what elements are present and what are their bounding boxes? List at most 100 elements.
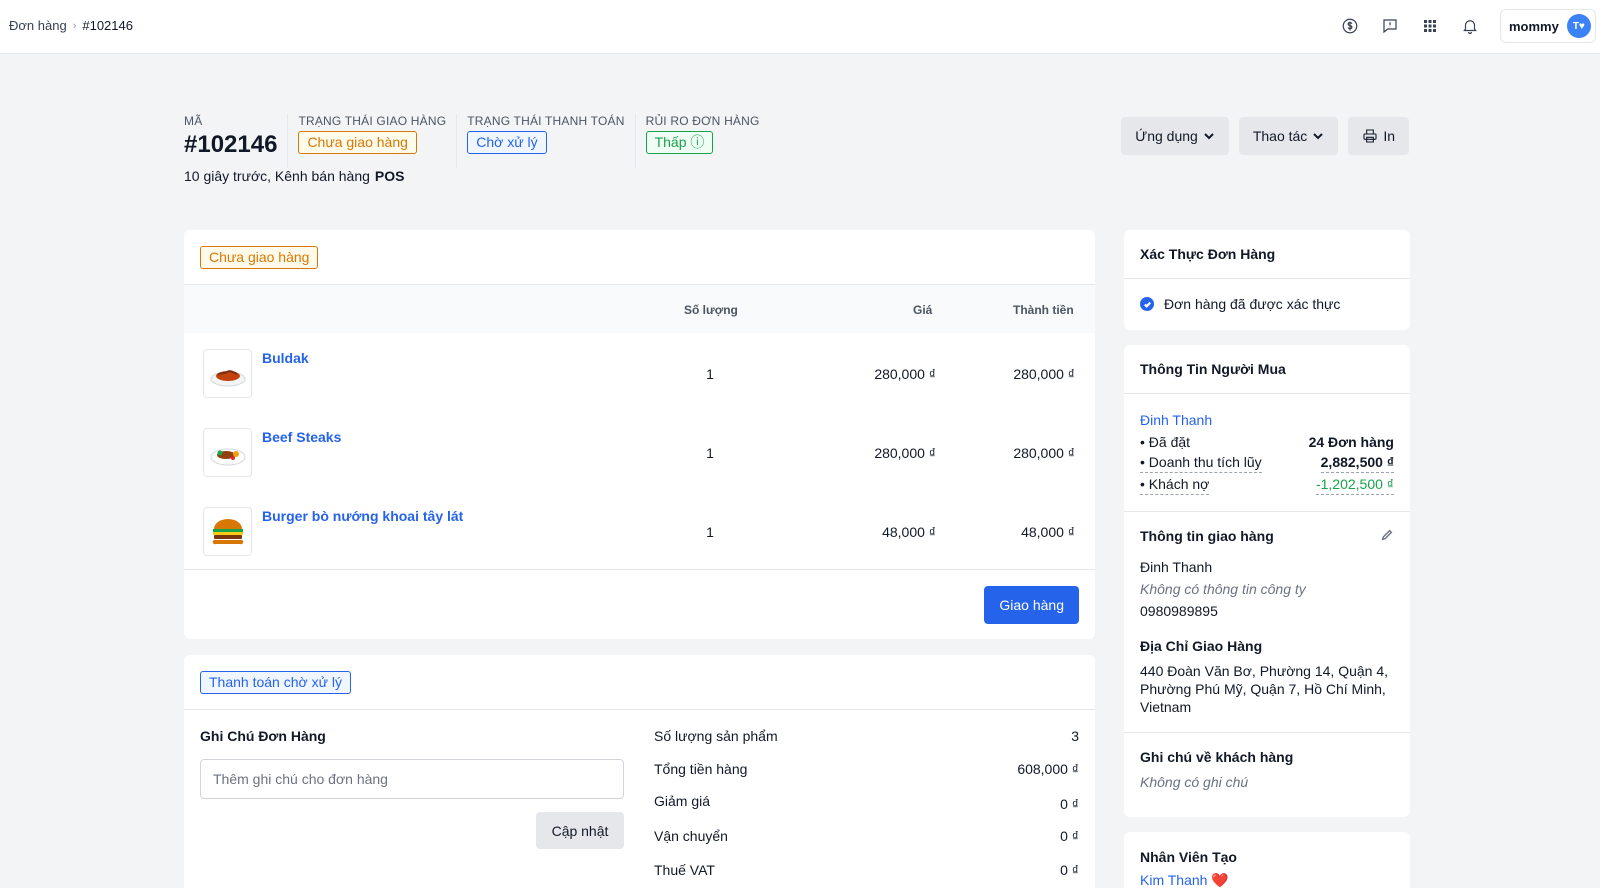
risk-status-label: RỦI RO ĐƠN HÀNG	[645, 114, 760, 128]
check-circle-icon	[1140, 297, 1154, 311]
buyer-name-link[interactable]: Đinh Thanh	[1140, 409, 1394, 431]
summary-value: 0 ₫	[1060, 828, 1079, 844]
stat-value: -1,202,500 ₫	[1315, 475, 1394, 495]
product-price: 280,000 ₫	[874, 366, 936, 382]
verification-title: Xác Thực Đơn Hàng	[1124, 230, 1410, 279]
stat-label: • Khách nợ	[1140, 475, 1210, 495]
feedback-icon[interactable]	[1378, 14, 1402, 38]
table-row: Burger bò nướng khoai tây lát 1 48,000 ₫…	[184, 491, 1095, 570]
buyer-info-title: Thông Tin Người Mua	[1124, 345, 1410, 394]
print-label: In	[1383, 128, 1395, 144]
address-title: Địa Chỉ Giao Hàng	[1140, 638, 1263, 654]
payment-status-block: TRẠNG THÁI THANH TOÁN Chờ xử lý	[467, 114, 636, 168]
order-sub-info: 10 giây trước, Kênh bán hàng POS	[184, 168, 404, 184]
ship-phone: 0980989895	[1140, 603, 1218, 619]
product-quantity: 1	[706, 445, 714, 461]
order-header: MÃ #102146 TRẠNG THÁI GIAO HÀNG Chưa gia…	[184, 114, 780, 168]
summary-label: Vận chuyển	[654, 828, 728, 844]
top-bar: Đơn hàng › #102146 mommy T♥	[0, 0, 1600, 54]
summary-value: 0 ₫	[1060, 862, 1079, 878]
summary-row: Vận chuyển 0 ₫	[654, 828, 1079, 844]
product-thumbnail[interactable]	[203, 507, 252, 556]
operations-dropdown-button[interactable]: Thao tác	[1238, 117, 1339, 155]
ship-name: Đinh Thanh	[1140, 559, 1213, 575]
summary-row: Giảm giá 0 ₫	[654, 793, 1079, 812]
customer-note: Không có ghi chú	[1140, 774, 1249, 790]
breadcrumb-parent-link[interactable]: Đơn hàng	[9, 18, 67, 33]
summary-value: 0 ₫	[1060, 796, 1079, 812]
ship-order-button[interactable]: Giao hàng	[984, 586, 1079, 624]
shipping-status-label: TRẠNG THÁI GIAO HÀNG	[298, 114, 447, 128]
product-quantity: 1	[706, 366, 714, 382]
top-icon-group	[1338, 14, 1482, 38]
table-row: Buldak 1 280,000 ₫ 280,000 ₫	[184, 333, 1095, 412]
staff-name-link[interactable]: Kim Thanh ❤️	[1140, 869, 1394, 888]
avatar: T♥	[1566, 14, 1591, 38]
printer-icon	[1363, 129, 1377, 143]
summary-row: Số lượng sản phẩm 3	[654, 728, 1079, 744]
breadcrumb-current: #102146	[82, 18, 133, 33]
operations-dropdown-label: Thao tác	[1252, 128, 1308, 144]
order-note-title: Ghi Chú Đơn Hàng	[200, 728, 326, 744]
products-table-header: Số lượng Giá Thành tiền	[184, 285, 1095, 333]
stat-value: 24 Đơn hàng	[1308, 434, 1394, 450]
order-time-channel: 10 giây trước, Kênh bán hàng	[184, 168, 370, 184]
product-thumbnail[interactable]	[203, 428, 252, 477]
products-card-header: Chưa giao hàng	[184, 230, 1095, 285]
summary-label: Thuế VAT	[654, 862, 715, 878]
payment-card: Thanh toán chờ xử lý Ghi Chú Đơn Hàng Cậ…	[184, 655, 1095, 888]
summary-label: Giảm giá	[654, 793, 711, 809]
order-verification-card: Xác Thực Đơn Hàng Đơn hàng đã được xác t…	[1124, 230, 1410, 330]
created-by-card: Nhân Viên Tạo Kim Thanh ❤️	[1124, 832, 1410, 888]
stat-label: • Doanh thu tích lũy	[1140, 453, 1262, 473]
ship-company: Không có thông tin công ty	[1140, 581, 1306, 597]
buyer-info-card: Thông Tin Người Mua Đinh Thanh • Đã đặt …	[1124, 345, 1410, 817]
order-code-label: MÃ	[184, 114, 203, 128]
product-name-link[interactable]: Buldak	[262, 350, 309, 366]
buyer-stat-row: • Doanh thu tích lũy 2,882,500 ₫	[1140, 453, 1394, 475]
apps-dropdown-label: Ứng dụng	[1135, 128, 1198, 144]
product-name-link[interactable]: Burger bò nướng khoai tây lát	[262, 508, 463, 524]
shipping-address: 440 Đoàn Văn Bơ, Phường 14, Quận 4, Phườ…	[1140, 663, 1389, 715]
product-total: 280,000 ₫	[1013, 366, 1075, 382]
verification-status: Đơn hàng đã được xác thực	[1124, 279, 1410, 329]
order-note-input[interactable]	[200, 759, 624, 799]
currency-icon[interactable]	[1338, 14, 1362, 38]
header-actions: Ứng dụng Thao tác In	[1121, 117, 1409, 155]
apps-grid-icon[interactable]	[1418, 14, 1442, 38]
product-total: 48,000 ₫	[1021, 524, 1075, 540]
product-name-link[interactable]: Beef Steaks	[262, 429, 341, 445]
sales-channel: POS	[374, 168, 405, 184]
product-thumbnail[interactable]	[203, 349, 252, 398]
table-row: Beef Steaks 1 280,000 ₫ 280,000 ₫	[184, 412, 1095, 491]
buyer-stat-row: • Đã đặt 24 Đơn hàng	[1140, 431, 1394, 453]
fulfillment-status-badge: Chưa giao hàng	[200, 246, 319, 269]
stat-value: 2,882,500 ₫	[1320, 453, 1394, 473]
risk-status-badge[interactable]: Thấp ⓘ	[645, 131, 714, 154]
pencil-icon[interactable]	[1380, 528, 1394, 542]
products-card-footer: Giao hàng	[184, 569, 1095, 639]
user-menu-button[interactable]: mommy T♥	[1500, 9, 1596, 43]
products-card: Chưa giao hàng Số lượng Giá Thành tiền B…	[184, 230, 1095, 639]
product-price: 280,000 ₫	[874, 445, 936, 461]
shipping-status-badge: Chưa giao hàng	[298, 131, 417, 154]
summary-row: Tổng tiền hàng 608,000 ₫	[654, 761, 1079, 777]
bell-icon[interactable]	[1458, 14, 1482, 38]
product-price: 48,000 ₫	[882, 524, 936, 540]
created-by-title: Nhân Viên Tạo	[1140, 849, 1237, 865]
summary-label: Số lượng sản phẩm	[654, 728, 778, 744]
print-button[interactable]: In	[1348, 117, 1409, 155]
order-code: #102146	[184, 131, 278, 158]
shipping-info-title: Thông tin giao hàng	[1140, 528, 1274, 544]
risk-status-block: RỦI RO ĐƠN HÀNG Thấp ⓘ	[645, 114, 770, 168]
summary-label: Tổng tiền hàng	[654, 761, 748, 777]
column-price: Giá	[913, 303, 933, 317]
apps-dropdown-button[interactable]: Ứng dụng	[1121, 117, 1229, 155]
update-note-button[interactable]: Cập nhật	[536, 812, 624, 849]
payment-pending-badge: Thanh toán chờ xử lý	[200, 671, 351, 694]
chevron-down-icon	[1313, 133, 1324, 140]
column-total: Thành tiền	[1013, 303, 1074, 317]
column-quantity: Số lượng	[684, 303, 738, 317]
payment-card-header: Thanh toán chờ xử lý	[184, 655, 1095, 710]
product-quantity: 1	[706, 524, 714, 540]
